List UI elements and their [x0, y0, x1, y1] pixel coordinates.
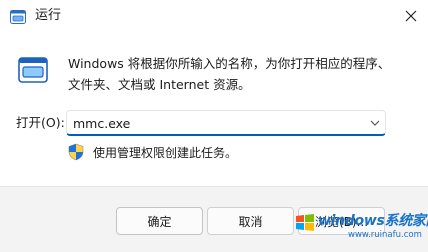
close-icon — [405, 10, 417, 22]
uac-shield-icon — [68, 143, 84, 161]
admin-note: 使用管理权限创建此任务。 — [93, 146, 238, 160]
watermark-url: www.ruinafu.com — [348, 230, 422, 240]
run-app-icon — [10, 9, 26, 24]
watermark: windows系统家园 www.ruinafu.com — [292, 208, 428, 248]
chevron-down-icon[interactable] — [367, 115, 383, 131]
open-label: 打开(O): — [16, 115, 65, 130]
watermark-brand: windows系统家园 — [318, 213, 428, 229]
open-combobox[interactable] — [66, 110, 386, 136]
close-button[interactable] — [394, 0, 428, 32]
open-input[interactable] — [73, 111, 353, 135]
windows-logo-icon — [294, 212, 316, 234]
description: Windows 将根据你所输入的名称，为你打开相应的程序、 文件夹、文档或 In… — [68, 53, 408, 95]
run-dialog: 运行 Windows 将根据你所输入的名称，为你打开相应的程序、 文件夹、文档或… — [0, 0, 428, 252]
title-bar[interactable]: 运行 — [0, 0, 428, 32]
cancel-button[interactable]: 取消 — [207, 207, 294, 235]
description-line-2: 文件夹、文档或 Internet 资源。 — [68, 77, 251, 92]
dialog-content: Windows 将根据你所输入的名称，为你打开相应的程序、 文件夹、文档或 In… — [0, 32, 428, 186]
window-title: 运行 — [35, 8, 62, 23]
ok-button[interactable]: 确定 — [116, 207, 203, 235]
description-line-1: Windows 将根据你所输入的名称，为你打开相应的程序、 — [68, 56, 391, 71]
run-icon — [18, 57, 48, 83]
